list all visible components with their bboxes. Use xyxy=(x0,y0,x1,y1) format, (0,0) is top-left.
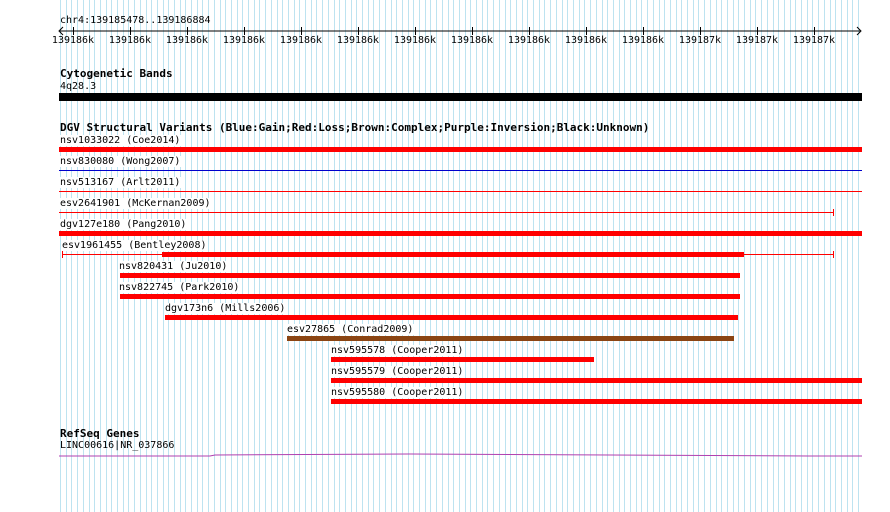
variant-bar[interactable] xyxy=(287,336,734,341)
ruler-tick-label: 139186k xyxy=(108,35,152,46)
variant-bar[interactable] xyxy=(120,273,740,278)
ruler-tick-label: 139186k xyxy=(621,35,665,46)
variant-bar[interactable] xyxy=(331,399,862,404)
variant-bar[interactable] xyxy=(59,231,862,236)
variant-bar[interactable] xyxy=(59,191,862,192)
variant-label: esv1961455 (Bentley2008) xyxy=(61,240,208,251)
variant-bar[interactable] xyxy=(331,357,594,362)
ruler-tick-label: 139186k xyxy=(279,35,323,46)
ruler-tick-label: 139187k xyxy=(792,35,836,46)
variant-bar[interactable] xyxy=(59,170,862,171)
variant-label: nsv513167 (Arlt2011) xyxy=(59,177,182,188)
variant-bar[interactable] xyxy=(120,294,740,299)
variant-label: esv2641901 (McKernan2009) xyxy=(59,198,212,209)
variant-block[interactable] xyxy=(162,252,744,257)
variant-label: dgv127e180 (Pang2010) xyxy=(59,219,188,230)
cytoband-track-title[interactable]: Cytogenetic Bands xyxy=(60,68,173,80)
variant-label: nsv595580 (Cooper2011) xyxy=(330,387,465,398)
ruler-tick-label: 139187k xyxy=(678,35,722,46)
refseq-track-title[interactable]: RefSeq Genes xyxy=(60,428,139,440)
variant-label: nsv822745 (Park2010) xyxy=(118,282,241,293)
ruler-tick-label: 139186k xyxy=(507,35,551,46)
ruler-tick-label: 139186k xyxy=(222,35,266,46)
variant-bar[interactable] xyxy=(165,315,738,320)
variant-end-cap xyxy=(833,251,834,258)
variant-label: nsv1033022 (Coe2014) xyxy=(59,135,182,146)
cytoband-bar[interactable] xyxy=(59,93,862,101)
variant-label: nsv820431 (Ju2010) xyxy=(118,261,229,272)
variant-end-cap xyxy=(833,209,834,216)
ruler-tick-label: 139186k xyxy=(450,35,494,46)
variant-label: nsv830080 (Wong2007) xyxy=(59,156,182,167)
refseq-gene-line[interactable] xyxy=(0,450,890,460)
ruler-tick-label: 139186k xyxy=(393,35,437,46)
variant-bar[interactable] xyxy=(331,378,862,383)
ruler-tick-label: 139186k xyxy=(165,35,209,46)
ruler-tick-label: 139186k xyxy=(51,35,95,46)
variant-label: esv27865 (Conrad2009) xyxy=(286,324,415,335)
variant-label: nsv595579 (Cooper2011) xyxy=(330,366,465,377)
ruler-tick-label: 139186k xyxy=(564,35,608,46)
variant-bar[interactable] xyxy=(59,147,862,152)
cytoband-label: 4q28.3 xyxy=(60,81,97,92)
variant-bar[interactable] xyxy=(59,212,834,213)
ruler-tick-label: 139186k xyxy=(336,35,380,46)
variant-start-cap xyxy=(62,251,63,258)
variant-label: nsv595578 (Cooper2011) xyxy=(330,345,465,356)
dgv-track-title[interactable]: DGV Structural Variants (Blue:Gain;Red:L… xyxy=(60,122,649,134)
ruler-tick-label: 139187k xyxy=(735,35,779,46)
variant-label: dgv173n6 (Mills2006) xyxy=(164,303,287,314)
